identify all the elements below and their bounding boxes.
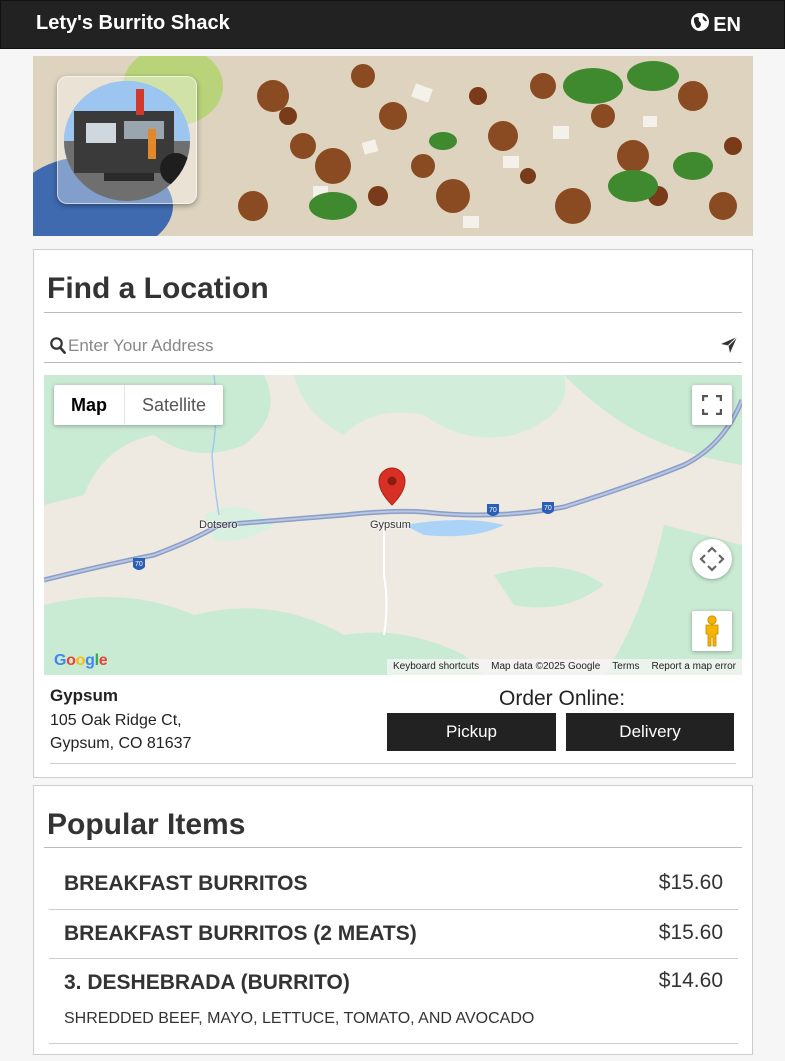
google-logo: Google [54, 652, 108, 669]
map-type-toggle: Map Satellite [54, 385, 224, 425]
hero-banner [33, 56, 753, 236]
brand-name[interactable]: Lety's Burrito Shack [36, 12, 230, 35]
address-search [44, 330, 742, 363]
fullscreen-button[interactable] [692, 385, 732, 425]
restaurant-logo [57, 76, 197, 204]
top-navbar: Lety's Burrito Shack EN [0, 0, 785, 49]
map-type-map-button[interactable]: Map [54, 385, 125, 425]
pickup-button[interactable]: Pickup [387, 713, 556, 751]
pegman-icon [705, 615, 719, 647]
terms-link[interactable]: Terms [612, 659, 639, 675]
map-label-dotsero: Dotsero [199, 519, 238, 531]
menu-item-name: BREAKFAST BURRITOS [64, 872, 308, 895]
menu-item-price: $15.60 [658, 921, 723, 944]
menu-item-name: 3. DESHEBRADA (BURRITO) [64, 971, 350, 994]
shield-label: 70 [135, 561, 143, 568]
menu-item-price: $14.60 [658, 969, 723, 992]
menu-item-name: BREAKFAST BURRITOS (2 MEATS) [64, 922, 417, 945]
popular-items-title: Popular Items [47, 808, 246, 841]
location-address: 105 Oak Ridge Ct, Gypsum, CO 81637 [50, 709, 191, 755]
language-code: EN [713, 13, 741, 36]
map-label-gypsum: Gypsum [370, 519, 411, 531]
address-search-input[interactable] [68, 332, 708, 360]
menu-item-price: $15.60 [658, 871, 723, 894]
location-map[interactable]: Dotsero Gypsum 70 70 70 Map Satellite Go [44, 375, 742, 675]
address-line-2: Gypsum, CO 81637 [50, 735, 192, 752]
divider [44, 312, 742, 313]
pan-arrows-icon [699, 546, 725, 572]
search-icon [50, 337, 66, 360]
map-pan-control[interactable] [692, 539, 732, 579]
menu-item[interactable]: 3. DESHEBRADA (BURRITO) $14.60 SHREDDED … [49, 959, 738, 1044]
keyboard-shortcuts-link[interactable]: Keyboard shortcuts [393, 659, 479, 675]
address-line-1: 105 Oak Ridge Ct, [50, 712, 182, 729]
map-data-attribution: Map data ©2025 Google [491, 661, 601, 672]
popular-items-card: Popular Items BREAKFAST BURRITOS $15.60 … [33, 785, 753, 1055]
menu-item[interactable]: BREAKFAST BURRITOS $15.60 [49, 860, 738, 910]
order-online-label: Order Online: [499, 687, 626, 710]
food-truck-photo [64, 81, 190, 201]
menu-item[interactable]: BREAKFAST BURRITOS (2 MEATS) $15.60 [49, 910, 738, 959]
find-location-title: Find a Location [47, 272, 269, 305]
globe-icon [690, 12, 710, 38]
locate-me-icon[interactable] [720, 336, 738, 359]
map-footer: Keyboard shortcuts Map data ©2025 Google… [386, 659, 742, 675]
divider [50, 763, 736, 764]
shield-label: 70 [544, 505, 552, 512]
language-selector[interactable]: EN [690, 12, 741, 38]
menu-item-description: SHREDDED BEEF, MAYO, LETTUCE, TOMATO, AN… [64, 1010, 535, 1027]
delivery-button[interactable]: Delivery [566, 713, 734, 751]
street-view-pegman[interactable] [692, 611, 732, 651]
map-type-satellite-button[interactable]: Satellite [125, 385, 223, 425]
divider [44, 847, 742, 848]
find-location-card: Find a Location Enter Your Address Dotse… [33, 249, 753, 778]
report-map-error-link[interactable]: Report a map error [652, 659, 736, 675]
fullscreen-icon [702, 395, 722, 415]
location-name: Gypsum [50, 686, 119, 705]
shield-label: 70 [489, 507, 497, 514]
